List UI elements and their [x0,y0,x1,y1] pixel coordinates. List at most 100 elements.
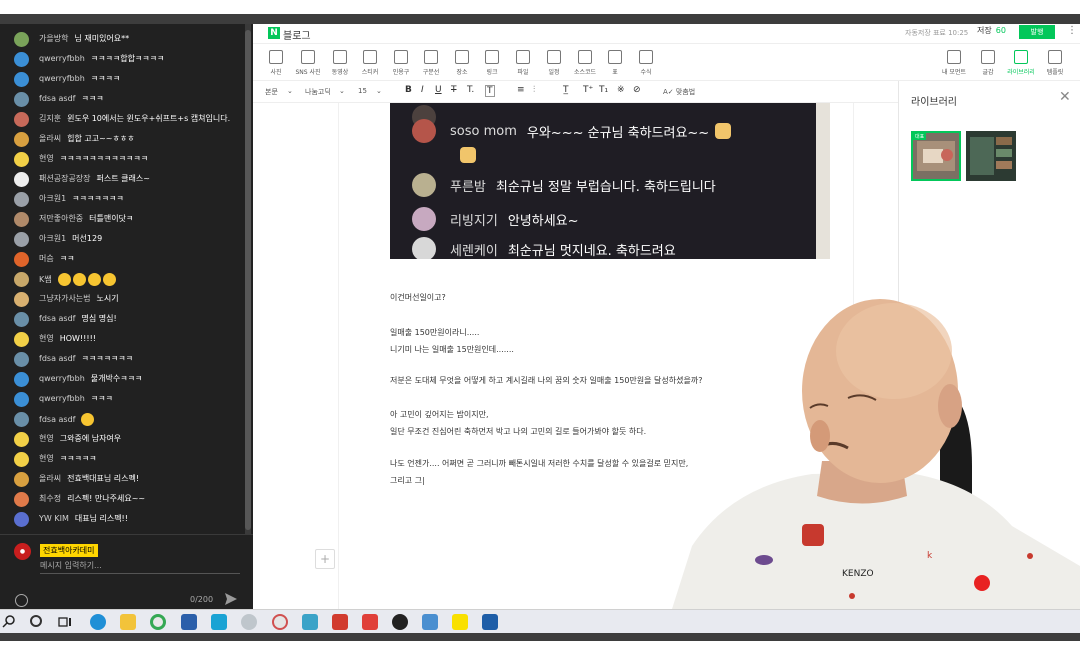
chat-author[interactable]: qwerryfbbh [39,374,85,383]
avatar[interactable] [14,372,29,387]
add-component-button[interactable]: + [315,549,335,569]
avatar[interactable] [14,452,29,467]
close-icon[interactable]: ✕ [1059,89,1071,105]
font-size-select[interactable]: 15 [358,87,367,95]
strikethrough-icon[interactable]: T [451,85,457,95]
chat-author[interactable]: 패션공장공장장 [39,174,91,183]
document-paragraph[interactable]: 일단 무조건 진심어린 축하먼저 박고 나의 고민의 길로 들어가봐야 할듯 하… [390,426,646,437]
avatar[interactable] [14,192,29,207]
avatar[interactable] [14,112,29,127]
naver-logo-icon[interactable]: N [268,27,280,39]
chat-author[interactable]: YW KIM [39,514,69,523]
avatar[interactable] [14,72,29,87]
avatar[interactable] [14,92,29,107]
italic-icon[interactable]: I [421,85,424,95]
chat-author[interactable]: qwerryfbbh [39,394,85,403]
chat-author[interactable]: 김지훈 [39,114,61,123]
paragraph-style-select[interactable]: 본문 [265,87,278,97]
chat-author[interactable]: 최수정 [39,494,61,503]
line-height-icon[interactable]: ⫶ [533,85,535,95]
chevron-down-icon[interactable]: ⌄ [287,87,293,95]
chat-author[interactable]: fdsa asdf [39,354,75,363]
text-color-icon[interactable]: T. [467,85,474,95]
blog-title[interactable]: 블로그 [283,27,311,42]
embedded-chat-screenshot[interactable]: soso mom 우와~~~ 순규님 축하드려요~~ 푸른밤 최순규님 정말 부럽습니… [390,103,830,259]
chat-author[interactable]: 현영 [39,454,54,463]
align-left-icon[interactable]: ≡ [517,85,525,95]
chat-author[interactable]: K쌤 [39,275,52,284]
link-icon[interactable]: ⊘ [633,85,641,95]
avatar[interactable] [14,332,29,347]
edge-browser-icon[interactable] [90,614,106,630]
avatar[interactable] [14,512,29,527]
avatar[interactable] [14,392,29,407]
search-icon[interactable] [2,614,16,628]
avatar[interactable] [14,412,29,427]
toolbar-item[interactable]: 장소 [447,50,477,76]
chat-author[interactable]: 올라씨 [39,474,61,483]
chat-author[interactable]: 그냥자가사는법 [39,294,91,303]
toolbar-item[interactable]: 스티커 [355,50,385,76]
acrobat-icon[interactable] [362,614,378,630]
document-paragraph[interactable]: 일매출 150만원이라니..... [390,327,479,338]
cortana-icon[interactable] [30,615,42,627]
settings-gear-icon[interactable] [241,614,257,630]
library-thumbnail[interactable] [966,131,1016,181]
chat-author[interactable]: 가을방학 [39,34,68,43]
avatar[interactable] [14,272,29,287]
document-paragraph[interactable]: 니기미 나는 일매출 15만원인데....... [390,344,514,355]
chat-author[interactable]: 올라씨 [39,134,61,143]
avatar[interactable] [14,172,29,187]
publish-button[interactable]: 발행 [1019,25,1055,39]
kakaotalk-icon[interactable] [452,614,468,630]
photos-icon[interactable] [302,614,318,630]
chat-author[interactable]: 저만좋아한중 [39,214,83,223]
avatar[interactable] [14,212,29,227]
zoom-camera-icon[interactable] [272,614,288,630]
save-button[interactable]: 저장 60 [977,25,1006,36]
document-paragraph[interactable]: 저분은 도대체 무엇을 어떻게 하고 계시길래 나의 꿈의 숫자 일매출 150… [390,375,702,386]
task-view-icon[interactable] [58,616,72,628]
chat-author[interactable]: 머슴 [39,254,54,263]
photo-viewer-icon[interactable] [482,614,498,630]
chat-author[interactable]: qwerryfbbh [39,74,85,83]
toolbar-item[interactable]: 인용구 [386,50,416,76]
chrome-icon[interactable] [150,614,166,630]
toolbar-item[interactable]: 동영상 [325,50,355,76]
document-paragraph[interactable]: 이건머선일이고? [390,292,446,303]
toolbar-item[interactable]: 파일 [508,50,538,76]
avatar[interactable] [14,152,29,167]
store-icon[interactable] [211,614,227,630]
font-family-select[interactable]: 나눔고딕 [305,87,331,97]
avatar[interactable] [14,472,29,487]
toolbar-item[interactable]: 사진 [261,50,291,76]
toolbar-right-item[interactable]: 내 모먼트 [937,50,971,76]
avatar[interactable] [14,312,29,327]
chat-author[interactable]: 아크원1 [39,234,66,243]
avatar[interactable] [14,132,29,147]
toolbar-item[interactable]: 표 [600,50,630,76]
chat-author[interactable]: fdsa asdf [39,314,75,323]
spellcheck-button[interactable]: A✓ 맞춤법 [663,87,695,97]
document-paragraph[interactable]: 나도 언젠가.... 어쩌면 곧 그러니까 빼톤시일내 저러한 수치를 달성할 … [390,458,688,469]
avatar[interactable] [14,232,29,247]
library-thumbnail[interactable]: 대표 [911,131,961,181]
toolbar-item[interactable]: SNS 사진 [293,50,323,76]
chat-author[interactable]: qwerryfbbh [39,54,85,63]
avatar[interactable] [14,52,29,67]
avatar[interactable] [14,292,29,307]
letter-spacing-icon[interactable]: T̲ [563,85,569,95]
toolbar-item[interactable]: 소스코드 [570,50,600,76]
chat-author[interactable]: 아크원1 [39,194,66,203]
chat-author[interactable]: 현영 [39,434,54,443]
underline-icon[interactable]: U [435,85,442,95]
chat-author[interactable]: 현영 [39,154,54,163]
avatar[interactable] [14,432,29,447]
toolbar-right-item[interactable]: 글감 [971,50,1005,76]
toolbar-item[interactable]: 수식 [631,50,661,76]
toolbar-item[interactable]: 구분선 [416,50,446,76]
avatar[interactable] [14,32,29,47]
avatar[interactable] [14,352,29,367]
chat-scrollbar-thumb[interactable] [245,30,251,530]
calculator-icon[interactable] [422,614,438,630]
